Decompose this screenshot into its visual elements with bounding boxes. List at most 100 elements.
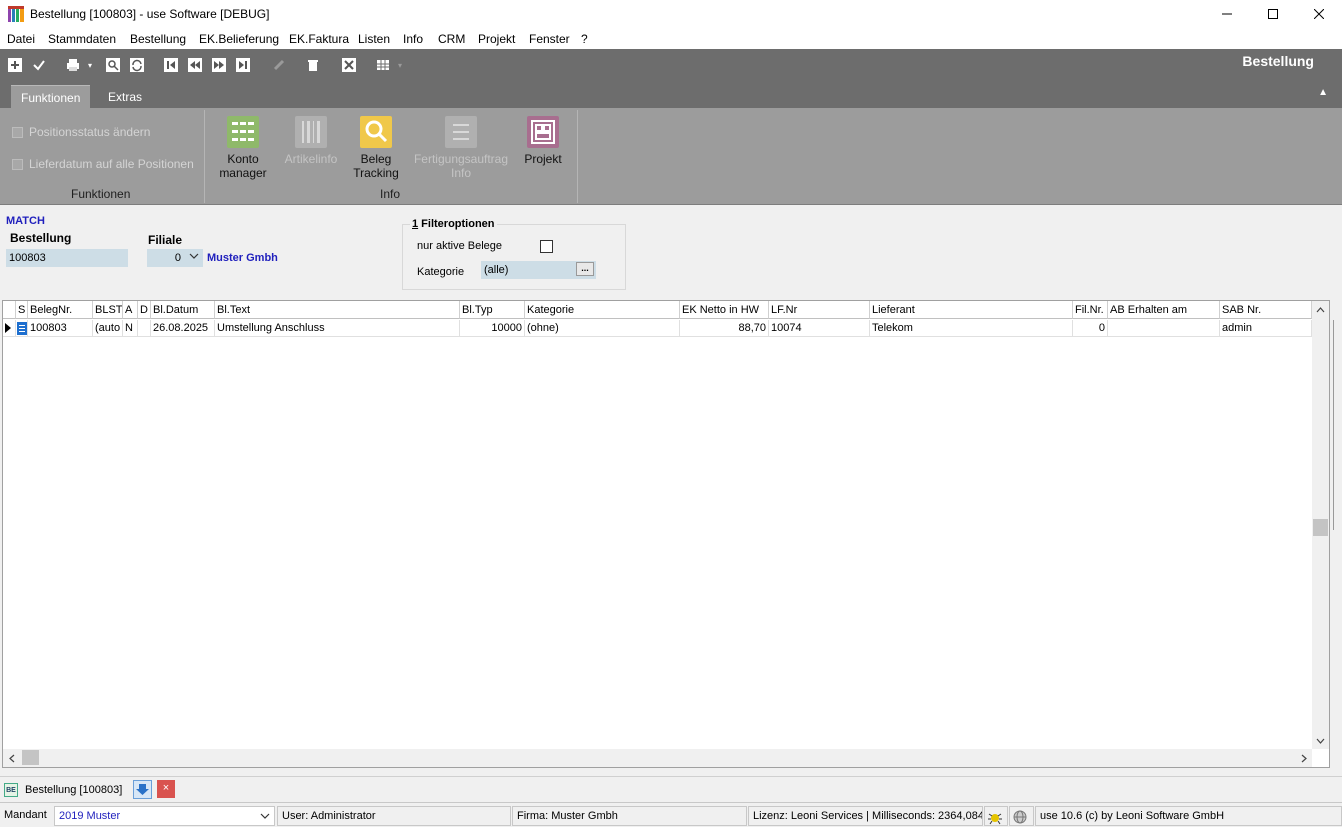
table-cell[interactable]: admin — [1220, 320, 1312, 337]
collapse-ribbon-icon[interactable]: ▲ — [1318, 87, 1328, 98]
vertical-scrollbar[interactable] — [1312, 301, 1329, 749]
column-header-bl-typ[interactable]: Bl.Typ — [460, 301, 525, 319]
scroll-down-icon[interactable] — [1316, 737, 1325, 745]
save-check-icon[interactable] — [30, 56, 48, 74]
pin-tab-button[interactable] — [133, 780, 152, 799]
tab-extras[interactable]: Extras — [98, 85, 152, 108]
grid-view-icon[interactable] — [374, 56, 392, 74]
refresh-icon[interactable] — [128, 56, 146, 74]
column-header-belegnr[interactable]: BelegNr. — [28, 301, 93, 319]
column-header-bl-datum[interactable]: Bl.Datum — [151, 301, 215, 319]
print-dropdown-icon[interactable]: ▾ — [86, 56, 94, 74]
column-header-a[interactable]: A — [123, 301, 138, 319]
positionsstatus-button[interactable]: Positionsstatus ändern — [12, 125, 150, 139]
status-globe-button[interactable] — [1009, 806, 1034, 826]
table-cell[interactable]: 10074 — [769, 320, 870, 337]
column-header-blst[interactable]: BLST — [93, 301, 123, 319]
table-cell[interactable]: (ohne) — [525, 320, 680, 337]
menu-stammdaten[interactable]: Stammdaten — [48, 32, 116, 46]
menu-listen[interactable]: Listen — [358, 32, 390, 46]
table-row-status[interactable] — [16, 320, 28, 337]
scroll-right-icon[interactable] — [1300, 754, 1308, 763]
status-lizenz: Lizenz: Leoni Services | Milliseconds: 2… — [748, 806, 983, 826]
table-cell[interactable]: (auto — [93, 320, 123, 337]
lieferdatum-button[interactable]: Lieferdatum auf alle Positionen — [12, 157, 194, 171]
column-header-bl-text[interactable]: Bl.Text — [215, 301, 460, 319]
filiale-select[interactable]: 0 — [147, 249, 203, 267]
table-cell[interactable]: 26.08.2025 — [151, 320, 215, 337]
projekt-button[interactable]: Projekt — [518, 116, 568, 166]
scroll-up-icon[interactable] — [1316, 306, 1325, 314]
print-icon[interactable] — [64, 56, 82, 74]
maximize-button[interactable] — [1250, 0, 1296, 28]
menu-bestellung[interactable]: Bestellung — [130, 32, 186, 46]
column-header-fil-nr[interactable]: Fil.Nr. — [1073, 301, 1108, 319]
menu-projekt[interactable]: Projekt — [478, 32, 515, 46]
beleg-tracking-button[interactable]: Beleg Tracking — [349, 116, 403, 180]
scroll-left-icon[interactable] — [8, 754, 16, 763]
previous-record-icon[interactable] — [186, 56, 204, 74]
vertical-scroll-thumb[interactable] — [1313, 519, 1328, 536]
menu-info[interactable]: Info — [403, 32, 423, 46]
column-header-ab-erhalten[interactable]: AB Erhalten am — [1108, 301, 1220, 319]
checkbox-icon — [12, 158, 23, 170]
column-header-d[interactable]: D — [138, 301, 151, 319]
table-cell[interactable] — [1108, 320, 1220, 337]
debug-status-button[interactable] — [984, 806, 1008, 826]
group-label-info: Info — [380, 187, 401, 201]
table-cell[interactable] — [138, 320, 151, 337]
close-button[interactable] — [1296, 0, 1342, 28]
column-header-lieferant[interactable]: Lieferant — [870, 301, 1073, 319]
projekt-icon — [527, 116, 559, 148]
grid-view-dropdown-icon[interactable]: ▾ — [396, 56, 404, 74]
menu-ek-faktura[interactable]: EK.Faktura — [289, 32, 349, 46]
mandant-select[interactable]: 2019 Muster — [54, 806, 275, 826]
konto-manager-icon — [227, 116, 259, 148]
column-header-s[interactable]: S — [16, 301, 28, 319]
table-cell[interactable]: N — [123, 320, 138, 337]
table-cell[interactable]: Umstellung Anschluss — [215, 320, 460, 337]
document-tab-bestellung[interactable]: BE Bestellung [100803] — [4, 781, 122, 799]
menu-ek-belieferung[interactable]: EK.Belieferung — [199, 32, 279, 46]
minimize-button[interactable] — [1204, 0, 1250, 28]
new-icon[interactable] — [6, 56, 24, 74]
kategorie-input[interactable]: (alle) ... — [481, 261, 596, 279]
menu-help[interactable]: ? — [581, 32, 588, 46]
last-record-icon[interactable] — [234, 56, 252, 74]
menu-datei[interactable]: Datei — [7, 32, 35, 46]
close-tab-button[interactable]: × — [157, 780, 175, 798]
konto-manager-button[interactable]: Konto manager — [216, 116, 270, 180]
search-icon[interactable] — [104, 56, 122, 74]
edit-icon[interactable] — [270, 56, 288, 74]
bug-icon — [988, 813, 1002, 825]
menu-crm[interactable]: CRM — [438, 32, 465, 46]
column-header-sab-nr[interactable]: SAB Nr. — [1220, 301, 1312, 319]
next-record-icon[interactable] — [210, 56, 228, 74]
horizontal-scrollbar[interactable] — [3, 749, 1312, 767]
table-cell[interactable]: 100803 — [28, 320, 93, 337]
column-header-ek-netto[interactable]: EK Netto in HW — [680, 301, 769, 319]
right-splitter[interactable] — [1333, 320, 1342, 530]
fertigungsauftrag-info-button[interactable]: Fertigungsauftrag Info — [410, 116, 512, 180]
horizontal-scroll-thumb[interactable] — [22, 750, 39, 765]
column-header-kategorie[interactable]: Kategorie — [525, 301, 680, 319]
column-header-lf-nr[interactable]: LF.Nr — [769, 301, 870, 319]
arrow-down-icon — [136, 784, 149, 795]
row-indicator[interactable] — [3, 320, 16, 337]
tab-funktionen[interactable]: Funktionen — [11, 85, 91, 108]
document-type-icon: BE — [4, 783, 18, 797]
nur-aktive-checkbox[interactable] — [540, 240, 553, 253]
list-icon — [12, 126, 23, 138]
menu-fenster[interactable]: Fenster — [529, 32, 570, 46]
table-cell[interactable]: Telekom — [870, 320, 1073, 337]
table-cell[interactable]: 88,70 — [680, 320, 769, 337]
bestellung-input[interactable]: 100803 — [6, 249, 128, 267]
table-cell[interactable]: 0 — [1073, 320, 1108, 337]
cancel-icon[interactable] — [340, 56, 358, 74]
first-record-icon[interactable] — [162, 56, 180, 74]
artikelinfo-button[interactable]: Artikelinfo — [280, 116, 342, 166]
browse-button[interactable]: ... — [576, 262, 594, 276]
table-cell[interactable]: 10000 — [460, 320, 525, 337]
delete-icon[interactable] — [304, 56, 322, 74]
close-icon — [1314, 9, 1324, 19]
